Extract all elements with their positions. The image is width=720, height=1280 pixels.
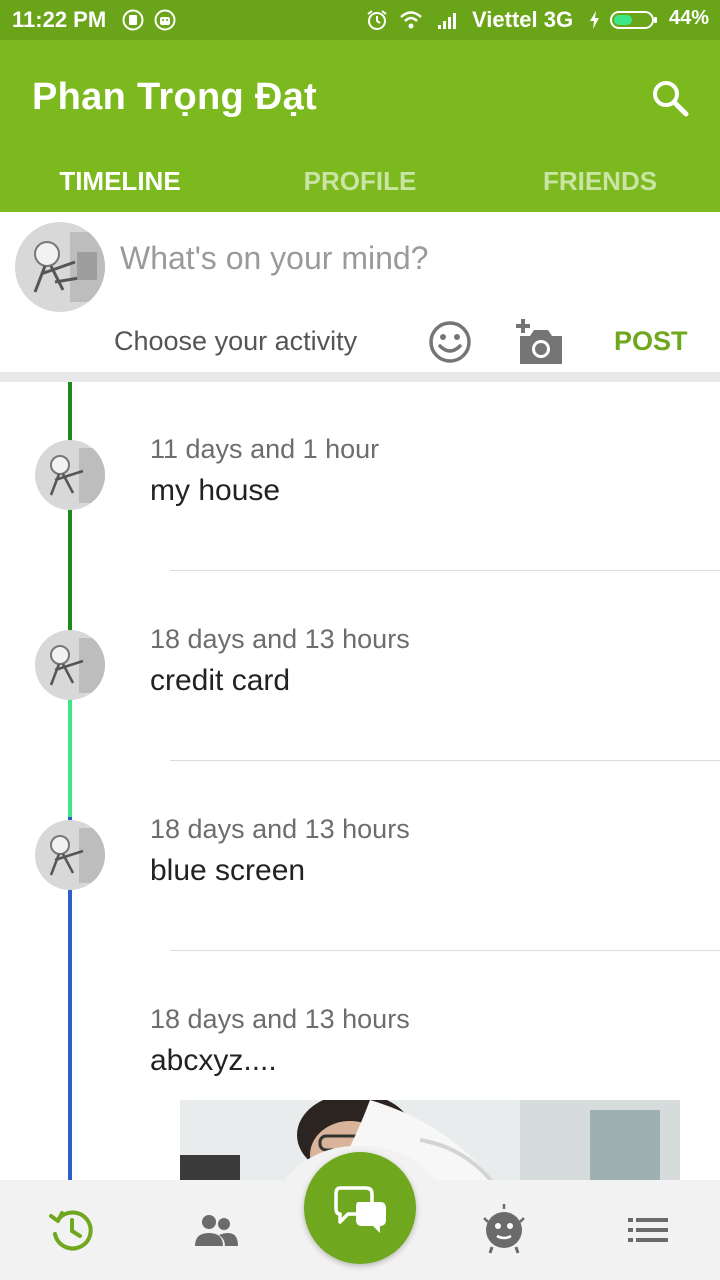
tab-bar: TIMELINE PROFILE FRIENDS <box>0 158 720 212</box>
page-title: Phan Trọng Đạt <box>32 76 317 118</box>
composer-divider <box>0 372 720 382</box>
timeline-entry[interactable]: 11 days and 1 hour my house <box>0 382 720 572</box>
list-menu-icon[interactable] <box>624 1206 672 1254</box>
search-icon[interactable] <box>650 78 690 118</box>
timeline-entry[interactable]: 18 days and 13 hours credit card <box>0 572 720 762</box>
emoji-face-icon[interactable] <box>476 1200 532 1256</box>
add-photo-icon[interactable] <box>514 318 566 366</box>
avatar[interactable] <box>15 222 105 312</box>
entry-timestamp: 11 days and 1 hour <box>150 434 380 464</box>
entry-text: abcxyz.... <box>150 1044 277 1077</box>
signal-icon <box>438 13 456 29</box>
avatar <box>35 440 105 510</box>
carrier-label: Viettel 3G <box>472 7 574 32</box>
battery-icon <box>610 11 657 29</box>
entry-timestamp: 18 days and 13 hours <box>150 1004 410 1034</box>
entry-text: blue screen <box>150 854 306 887</box>
tab-friends[interactable]: FRIENDS <box>480 166 720 197</box>
entry-timestamp: 18 days and 13 hours <box>150 814 410 844</box>
timeline-history-icon[interactable] <box>48 1206 96 1254</box>
app-bar: Phan Trọng Đạt TIMELINE PROFILE FRIENDS <box>0 40 720 212</box>
wifi-icon <box>400 11 422 29</box>
charging-icon <box>590 11 599 29</box>
entry-text: my house <box>150 474 281 507</box>
post-photo[interactable] <box>180 1100 680 1180</box>
chat-bubbles-icon <box>334 1186 386 1233</box>
emoji-icon[interactable] <box>428 320 472 364</box>
choose-activity-button[interactable]: Choose your activity <box>114 326 357 357</box>
avatar <box>35 630 105 700</box>
status-bar: 11:22 PM Viettel 3G 44% <box>0 0 720 40</box>
entry-timestamp: 18 days and 13 hours <box>150 624 410 654</box>
friends-icon[interactable] <box>192 1206 240 1254</box>
tab-profile[interactable]: PROFILE <box>240 166 480 197</box>
battery-percent: 44% <box>669 7 710 29</box>
post-composer: Choose your activity POST <box>0 212 720 372</box>
chat-fab-button[interactable] <box>304 1152 416 1264</box>
sim-icon <box>122 9 144 31</box>
status-time: 11:22 PM <box>12 7 107 32</box>
entry-text: credit card <box>150 664 291 697</box>
entry-divider <box>170 950 720 951</box>
alarm-icon <box>367 10 387 30</box>
timeline-entry[interactable]: 18 days and 13 hours blue screen <box>0 762 720 952</box>
timeline-feed[interactable]: 11 days and 1 hour my house 18 days and … <box>0 382 720 1180</box>
android-icon <box>154 9 176 31</box>
entry-divider <box>170 760 720 761</box>
avatar <box>35 820 105 890</box>
tab-timeline[interactable]: TIMELINE <box>0 166 240 197</box>
status-input[interactable] <box>120 240 680 277</box>
post-button[interactable]: POST <box>614 326 688 357</box>
entry-divider <box>170 570 720 571</box>
